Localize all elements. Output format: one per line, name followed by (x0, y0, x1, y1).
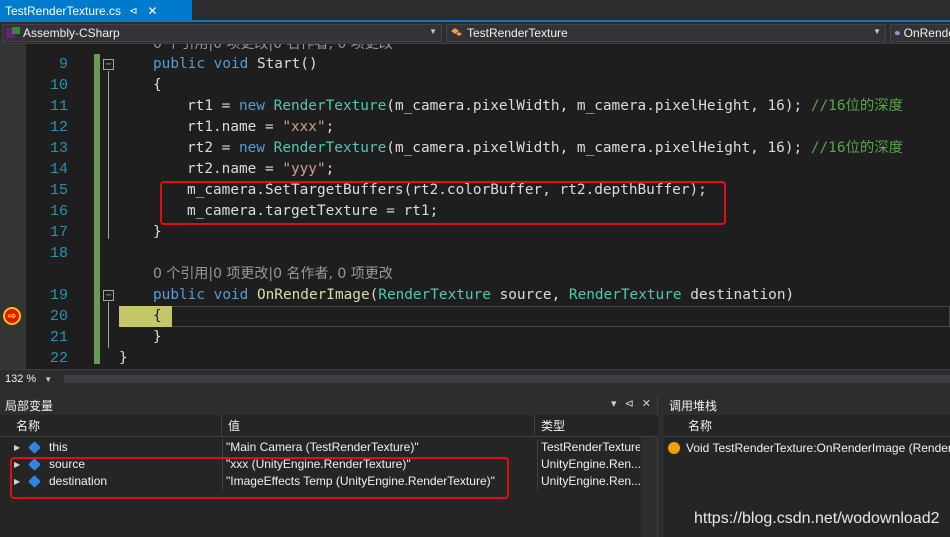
code-line: 19 − public void OnRenderImage(RenderTex… (0, 285, 950, 306)
code-text: rt2 = new RenderTexture(m_camera.pixelWi… (187, 140, 904, 156)
chevron-down-icon: ▼ (429, 27, 437, 36)
line-number: 22 (49, 350, 68, 367)
code-line: 21 } (0, 327, 950, 348)
frame-text: Void TestRenderTexture:OnRenderImage (Re… (686, 440, 950, 455)
line-number: 20 (49, 308, 68, 325)
annotation-highlight-box (10, 457, 509, 499)
code-text: rt1 = new RenderTexture(m_camera.pixelWi… (187, 98, 904, 114)
close-icon[interactable]: ✕ (147, 4, 157, 18)
locals-grid-header: 名称 值 类型 (0, 415, 658, 437)
code-lens[interactable]: 0 个引用|0 项更改|0 名作者, 0 项更改 (153, 264, 393, 285)
variable-type: UnityEngine.Ren... (537, 456, 640, 473)
class-icon (451, 28, 462, 36)
dropdown-icon[interactable]: ▾ (611, 397, 617, 410)
zoom-level: 132 % (5, 373, 37, 385)
method-icon (894, 30, 900, 36)
locals-row[interactable]: ▶ this "Main Camera (TestRenderTexture)"… (0, 439, 640, 456)
line-number: 18 (49, 245, 68, 262)
horizontal-scrollbar[interactable] (64, 375, 950, 383)
pin-icon[interactable]: ⊲ (129, 6, 137, 17)
navigation-bar: Assembly-CSharp ▼ TestRenderTexture ▼ On… (0, 22, 950, 44)
line-number: 15 (49, 182, 68, 199)
annotation-highlight-box (160, 181, 726, 225)
code-line: 12 rt1.name = "xxx"; (0, 117, 950, 138)
code-text: { (153, 77, 162, 93)
callstack-title-bar: 调用堆栈 (664, 395, 950, 415)
code-text: rt1.name = "xxx"; (187, 119, 335, 135)
chevron-down-icon: ▼ (44, 374, 53, 384)
column-header-name[interactable]: 名称 (682, 415, 950, 437)
document-tab-strip: TestRenderTexture.cs ⊲ ✕ (0, 0, 950, 22)
pin-icon[interactable]: ⊲ (625, 397, 634, 410)
tab-title: TestRenderTexture.cs (5, 4, 122, 18)
project-name: Assembly-CSharp (23, 26, 120, 40)
column-header-name[interactable]: 名称 (10, 415, 222, 437)
code-text: rt2.name = "yyy"; (187, 161, 335, 177)
code-line: 9 − public void Start() (0, 54, 950, 75)
code-line: 13 rt2 = new RenderTexture(m_camera.pixe… (0, 138, 950, 159)
watermark: https://blog.csdn.net/wodownload2 (694, 510, 940, 527)
variable-name: this (49, 440, 68, 454)
close-icon[interactable]: ✕ (642, 397, 651, 410)
locals-window: 局部变量 ▾ ⊲ ✕ 名称 值 类型 ▶ this "Main Camera (… (0, 395, 658, 537)
project-dropdown[interactable]: Assembly-CSharp ▼ (2, 24, 442, 42)
code-text: public void Start() (153, 56, 318, 72)
csharp-project-icon (6, 27, 20, 38)
line-number: 16 (49, 203, 68, 220)
callstack-title: 调用堆栈 (669, 398, 718, 413)
code-line: 11 rt1 = new RenderTexture(m_camera.pixe… (0, 96, 950, 117)
locals-title-bar: 局部变量 ▾ ⊲ ✕ (0, 395, 657, 415)
member-name: OnRender (903, 26, 950, 40)
chevron-down-icon: ▼ (873, 27, 881, 36)
current-frame-arrow-icon (668, 441, 680, 454)
expand-arrow-icon[interactable]: ▶ (14, 439, 24, 456)
line-number: 11 (49, 98, 68, 115)
line-number: 19 (49, 287, 68, 304)
code-line: 14 rt2.name = "yyy"; (0, 159, 950, 180)
panel-splitter[interactable] (0, 387, 950, 395)
variable-type: TestRenderTexture (537, 439, 640, 456)
code-line: 0 个引用|0 项更改|0 名作者, 0 项更改 (0, 264, 950, 285)
collapse-icon[interactable]: − (103, 290, 114, 301)
column-header-value[interactable]: 值 (222, 415, 535, 437)
code-line-current: 20 { (0, 306, 950, 327)
collapse-icon[interactable]: − (103, 59, 114, 70)
code-line: 17 } (0, 222, 950, 243)
line-number: 14 (49, 161, 68, 178)
member-dropdown[interactable]: OnRender (890, 24, 950, 42)
code-text: } (119, 350, 128, 366)
variable-value[interactable]: "Main Camera (TestRenderTexture)" (222, 439, 535, 456)
callstack-grid-header: 名称 (664, 415, 950, 437)
line-number: 13 (49, 140, 68, 157)
code-text: } (153, 329, 162, 345)
line-number: 10 (49, 77, 68, 94)
class-name: TestRenderTexture (467, 26, 568, 40)
code-line: 22 } (0, 348, 950, 369)
code-editor[interactable]: ⇨ 0 个引用|0 项更改|0 名作者, 0 项更改 9 − public vo… (0, 44, 950, 369)
line-number: 9 (58, 56, 68, 73)
line-number: 12 (49, 119, 68, 136)
line-number: 21 (49, 329, 68, 346)
code-line: 18 (0, 243, 950, 264)
vertical-scrollbar[interactable] (641, 437, 657, 537)
line-number: 17 (49, 224, 68, 241)
call-stack-frame[interactable]: Void TestRenderTexture:OnRenderImage (Re… (664, 439, 950, 456)
zoom-dropdown[interactable]: 132 % ▼ (2, 371, 62, 387)
code-text: { (153, 308, 162, 324)
object-icon (28, 441, 41, 454)
column-header-type[interactable]: 类型 (535, 415, 641, 437)
locals-title: 局部变量 (5, 398, 54, 413)
code-text: } (153, 224, 162, 240)
variable-type: UnityEngine.Ren... (537, 473, 640, 490)
code-line: 10 { (0, 75, 950, 96)
locals-window-buttons: ▾ ⊲ ✕ (611, 397, 651, 410)
tab-test-render-texture[interactable]: TestRenderTexture.cs ⊲ ✕ (0, 0, 192, 22)
code-text: public void OnRenderImage(RenderTexture … (153, 287, 795, 303)
editor-status-bar: 132 % ▼ (0, 369, 950, 387)
class-dropdown[interactable]: TestRenderTexture ▼ (446, 24, 886, 42)
